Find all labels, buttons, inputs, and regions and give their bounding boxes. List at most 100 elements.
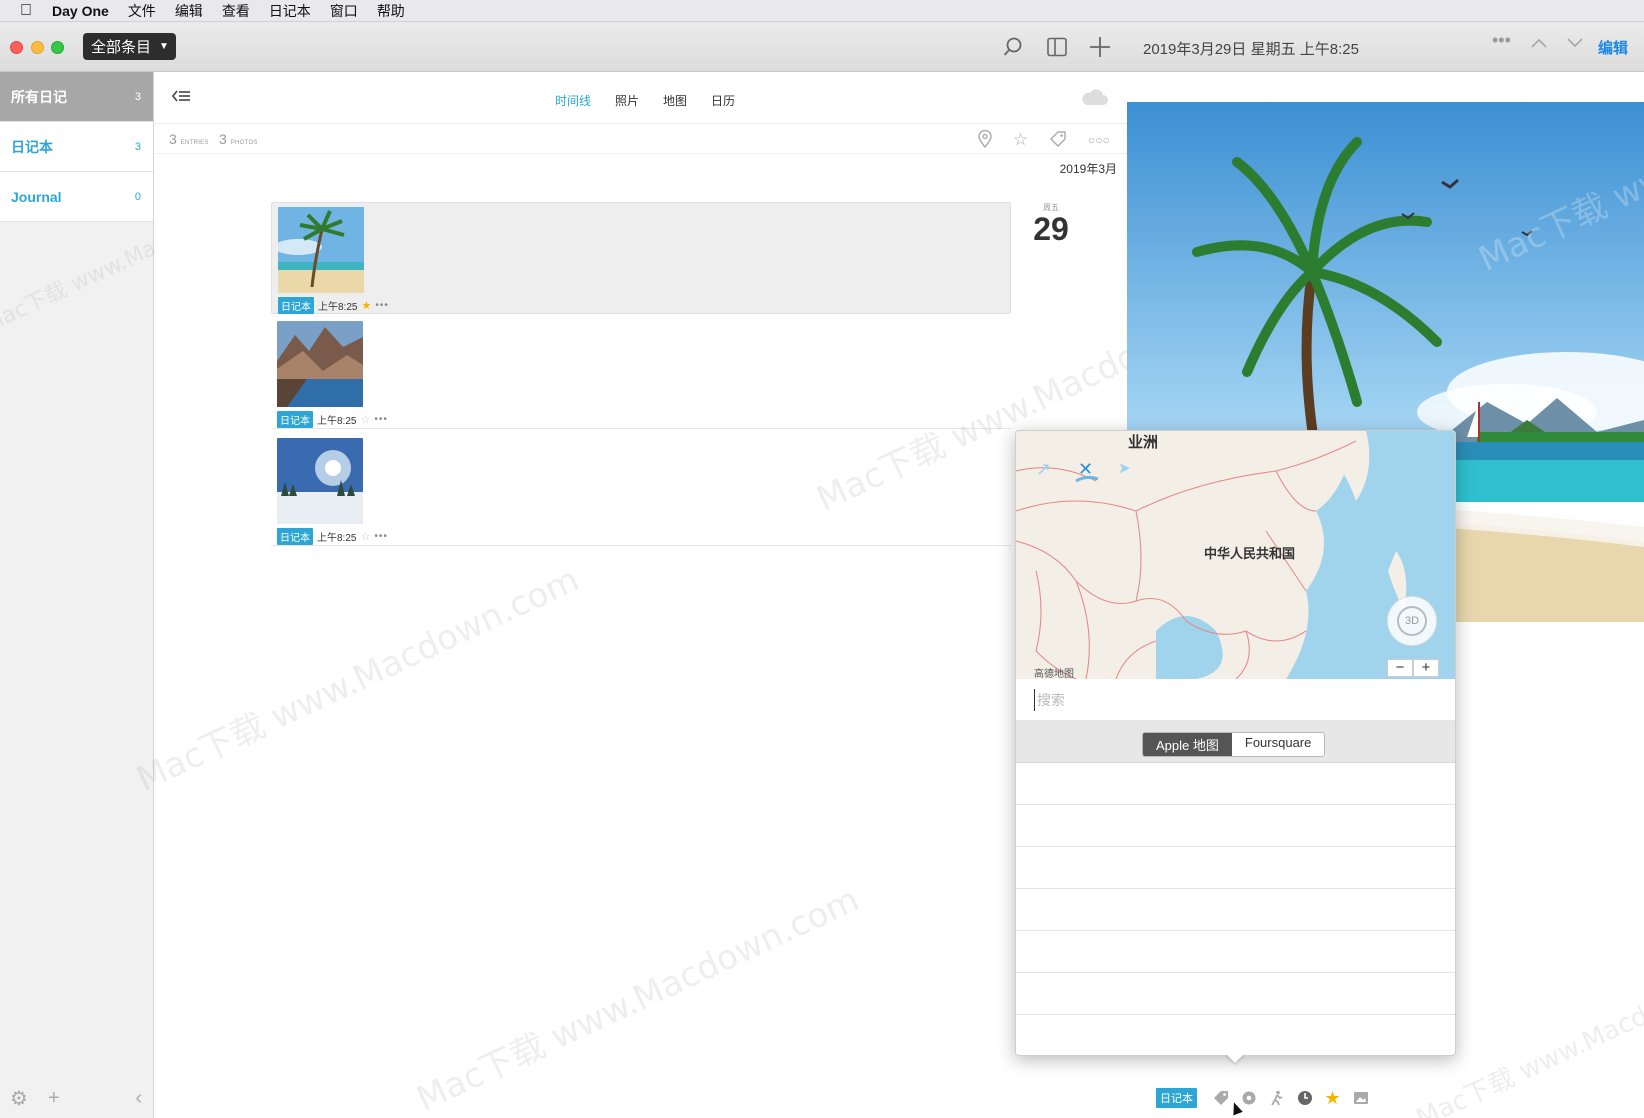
menu-window[interactable]: 窗口 [330, 1, 358, 21]
stats-bar: 3 ENTRIES 3 PHOTOS ☆ ○○○ [155, 124, 1127, 154]
sidebar-footer: ⚙ + ‹ [0, 1078, 154, 1118]
window-minimize-button[interactable] [31, 41, 44, 54]
tag-filter-icon[interactable] [1049, 130, 1067, 153]
previous-entry-icon[interactable] [1530, 34, 1548, 55]
entry-filter-dropdown[interactable]: 全部条目 ▼ [83, 33, 176, 60]
activity-icon[interactable] [1268, 1090, 1285, 1107]
zoom-in-button[interactable]: + [1413, 659, 1439, 677]
sidebar-item-all-journals[interactable]: 所有日记 3 [0, 72, 153, 122]
sidebar-item-count: 3 [134, 140, 141, 153]
close-icon[interactable]: ✕ [1078, 459, 1093, 480]
view-tabs: 时间线 照片 地图 日历 [555, 92, 759, 109]
sidebar-item-journal[interactable]: Journal 0 [0, 172, 153, 222]
star-icon[interactable]: ☆ [360, 530, 370, 543]
zoom-out-button[interactable]: − [1387, 659, 1413, 677]
list-item[interactable] [1016, 973, 1455, 1015]
timeline-entry[interactable]: 日记本 上午8:25 ☆ ••• [271, 317, 1011, 429]
gear-icon[interactable]: ⚙ [10, 1086, 28, 1111]
menu-file[interactable]: 文件 [128, 1, 156, 21]
star-icon[interactable]: ★ [1324, 1088, 1341, 1108]
entry-meta: 日记本 上午8:25 ☆ ••• [277, 528, 388, 545]
compass-3d-button[interactable]: 3D [1387, 596, 1437, 646]
timeline-entry[interactable]: 日记本 上午8:25 ★ ••• [271, 202, 1011, 314]
more-icon[interactable]: ••• [374, 531, 388, 542]
more-icon[interactable]: ••• [374, 414, 388, 425]
menu-help[interactable]: 帮助 [377, 1, 405, 21]
location-popover: ↗ ✕ ➤ 业洲 中华人民共和国 高德地图 3D − + Apple 地图 Fo… [1015, 430, 1456, 1056]
location-search [1016, 679, 1455, 721]
map-label-country: 中华人民共和国 [1204, 546, 1296, 561]
map-attribution: 高德地图 [1034, 669, 1074, 679]
sidebar-item-count: 3 [134, 90, 141, 103]
clock-icon[interactable] [1296, 1090, 1313, 1107]
menu-edit[interactable]: 编辑 [175, 1, 203, 21]
starred-filter-icon[interactable]: ☆ [1013, 130, 1028, 150]
list-item[interactable] [1016, 1015, 1455, 1055]
list-item[interactable] [1016, 889, 1455, 931]
menu-journal[interactable]: 日记本 [269, 1, 311, 21]
tab-map[interactable]: 地图 [663, 92, 687, 109]
entry-filter-label: 全部条目 [91, 39, 152, 56]
more-icon[interactable]: ••• [375, 300, 389, 311]
entry-time: 上午8:25 [317, 533, 357, 544]
location-search-input[interactable] [1034, 689, 1434, 711]
journal-sidebar: 所有日记 3 日记本 3 Journal 0 ⚙ + ‹ Mac下载 www.M… [0, 72, 274, 1118]
timeline-entry[interactable]: 日记本 上午8:25 ☆ ••• [271, 434, 1011, 546]
add-journal-icon[interactable]: + [48, 1087, 60, 1110]
tab-photos[interactable]: 照片 [615, 92, 639, 109]
sidebar-item-label: 日记本 [11, 138, 53, 155]
zoom-controls: − + [1387, 659, 1439, 677]
toggle-panel-icon[interactable] [1044, 34, 1070, 60]
current-location-icon[interactable]: ➤ [1118, 459, 1131, 477]
more-filters-icon[interactable]: ○○○ [1088, 133, 1110, 147]
entry-datetime[interactable]: 2019年3月29日 星期五 上午8:25 [1143, 38, 1359, 59]
next-entry-icon[interactable] [1566, 34, 1584, 55]
sidebar-item-diary[interactable]: 日记本 3 [0, 122, 153, 172]
sidebar-item-label: 所有日记 [11, 88, 67, 105]
source-foursquare[interactable]: Foursquare [1231, 733, 1325, 756]
journal-tag[interactable]: 日记本 [277, 528, 313, 545]
toolbar: 全部条目 ▼ 2019年3月29日 星期五 上午8:25 ••• 编辑 [0, 22, 1644, 72]
list-item[interactable] [1016, 805, 1455, 847]
more-options-icon[interactable]: ••• [1492, 30, 1511, 51]
menu-view[interactable]: 查看 [222, 1, 250, 21]
source-apple-maps[interactable]: Apple 地图 [1143, 733, 1232, 756]
source-selector-bar: Apple 地图 Foursquare [1016, 721, 1455, 763]
collapse-sidebar-icon[interactable]: ‹ [135, 1087, 142, 1110]
chevron-down-icon: ▼ [159, 41, 169, 52]
sidebar-item-label: Journal [11, 188, 62, 205]
location-map[interactable]: ↗ ✕ ➤ 业洲 中华人民共和国 高德地图 3D − + [1016, 431, 1455, 679]
window-zoom-button[interactable] [51, 41, 64, 54]
search-icon[interactable] [1000, 34, 1026, 60]
list-item[interactable] [1016, 931, 1455, 973]
journal-tag[interactable]: 日记本 [1156, 1088, 1197, 1108]
open-in-maps-icon[interactable]: ↗ [1036, 459, 1051, 480]
photos-count: 3 [219, 131, 227, 147]
sidebar-item-count: 0 [134, 190, 141, 203]
cloud-sync-icon[interactable] [1081, 88, 1108, 105]
collapse-list-icon[interactable] [171, 88, 191, 109]
day-number: 29 [1033, 211, 1069, 247]
entry-photo-thumbnail [277, 438, 363, 524]
tab-calendar[interactable]: 日历 [711, 92, 735, 109]
edit-button[interactable]: 编辑 [1598, 37, 1628, 58]
list-item[interactable] [1016, 847, 1455, 889]
source-segmented-control: Apple 地图 Foursquare [1142, 732, 1326, 757]
list-item[interactable] [1016, 763, 1455, 805]
window-close-button[interactable] [10, 41, 23, 54]
month-label: 2019年3月 [1059, 162, 1117, 176]
entry-time: 上午8:25 [318, 302, 358, 313]
location-icon[interactable] [1240, 1090, 1257, 1107]
tag-icon[interactable] [1212, 1090, 1229, 1107]
star-icon[interactable]: ☆ [360, 413, 370, 426]
tab-timeline[interactable]: 时间线 [555, 92, 591, 109]
apple-menu-icon[interactable]:  [20, 2, 32, 20]
map-label-region: 业洲 [1128, 434, 1159, 451]
star-icon[interactable]: ★ [361, 299, 371, 312]
journal-tag[interactable]: 日记本 [278, 297, 314, 314]
photo-icon[interactable] [1352, 1090, 1369, 1107]
menu-app-name[interactable]: Day One [52, 3, 109, 19]
add-entry-icon[interactable] [1087, 34, 1113, 60]
location-filter-icon[interactable] [977, 129, 993, 153]
journal-tag[interactable]: 日记本 [277, 411, 313, 428]
